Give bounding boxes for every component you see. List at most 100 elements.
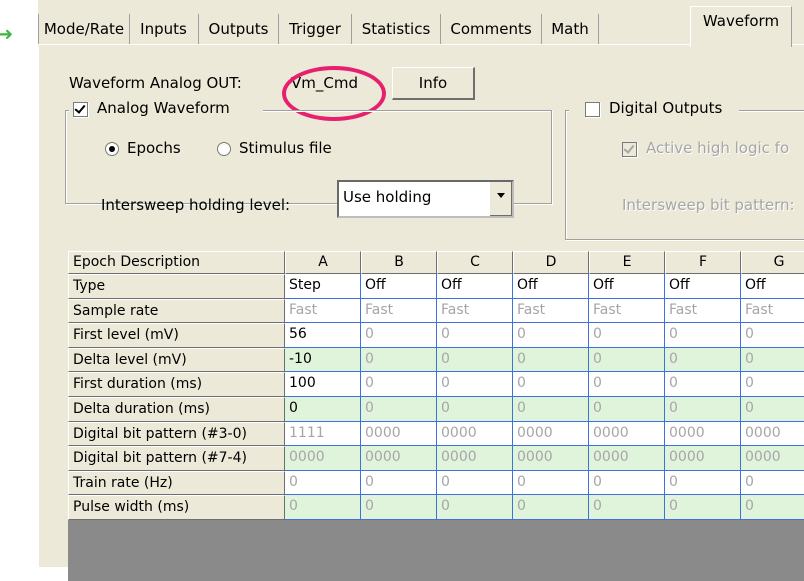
tab-comments[interactable]: Comments <box>441 14 542 44</box>
epochs-radio[interactable] <box>105 142 119 156</box>
row-header: Digital bit pattern (#3-0) <box>68 421 285 447</box>
table-cell[interactable]: 0000 <box>437 421 513 447</box>
table-cell[interactable]: 0 <box>741 347 804 373</box>
table-cell[interactable]: 0 <box>665 323 741 348</box>
epochs-label: Epochs <box>127 139 181 157</box>
row-header: Digital bit pattern (#7-4) <box>68 446 285 471</box>
tab-waveform[interactable]: Waveform <box>690 6 792 47</box>
table-cell[interactable]: 0 <box>361 372 437 397</box>
table-cell[interactable]: 0000 <box>665 421 741 447</box>
table-cell[interactable]: 0 <box>361 347 437 373</box>
tab-mode-rate[interactable]: Mode/Rate <box>38 14 130 44</box>
column-header-c[interactable]: C <box>437 251 513 274</box>
table-cell[interactable]: Off <box>437 274 513 299</box>
table-cell[interactable]: Fast <box>513 298 589 324</box>
stimulus-file-radio[interactable] <box>217 142 231 156</box>
table-cell[interactable]: Fast <box>361 298 437 324</box>
column-header-d[interactable]: D <box>513 251 589 274</box>
waveform-tab-content: Waveform Analog OUT: Vm_Cmd Info Analog … <box>38 46 804 581</box>
analog-waveform-checkbox[interactable] <box>73 102 88 117</box>
table-cell[interactable]: 0 <box>513 372 589 397</box>
table-cell[interactable]: 0 <box>513 323 589 348</box>
table-cell[interactable]: 0 <box>513 470 589 496</box>
column-header-b[interactable]: B <box>361 251 437 274</box>
table-cell[interactable]: 0 <box>513 495 589 520</box>
table-cell[interactable]: 0 <box>741 323 804 348</box>
row-header: Delta level (mV) <box>68 347 285 373</box>
tab-trigger[interactable]: Trigger <box>279 14 352 44</box>
table-cell[interactable]: 0 <box>285 397 361 422</box>
table-cell[interactable]: 0000 <box>741 421 804 447</box>
table-cell[interactable]: 0 <box>361 495 437 520</box>
table-cell[interactable]: Off <box>741 274 804 299</box>
table-cell[interactable]: 0000 <box>285 446 361 471</box>
table-cell[interactable]: Step <box>285 274 361 299</box>
table-cell[interactable]: 0 <box>665 372 741 397</box>
table-cell[interactable]: 0 <box>589 495 665 520</box>
column-header-e[interactable]: E <box>589 251 665 274</box>
table-cell[interactable]: Fast <box>741 298 804 324</box>
column-header-a[interactable]: A <box>285 251 361 274</box>
table-cell[interactable]: 0000 <box>741 446 804 471</box>
table-cell[interactable]: Off <box>665 274 741 299</box>
table-cell[interactable]: Off <box>361 274 437 299</box>
tab-outputs[interactable]: Outputs <box>199 14 279 44</box>
row-header: First duration (ms) <box>68 372 285 397</box>
table-cell[interactable]: Fast <box>665 298 741 324</box>
table-cell[interactable]: 0 <box>589 470 665 496</box>
table-cell[interactable]: 0000 <box>513 446 589 471</box>
table-cell[interactable]: 0000 <box>665 446 741 471</box>
table-cell[interactable]: 0 <box>589 372 665 397</box>
tab-math[interactable]: Math <box>542 14 599 44</box>
table-cell[interactable]: 0 <box>741 372 804 397</box>
table-cell[interactable]: 0 <box>665 495 741 520</box>
info-button[interactable]: Info <box>392 67 475 100</box>
table-cell[interactable]: 0 <box>513 397 589 422</box>
table-cell[interactable]: 0 <box>361 323 437 348</box>
table-cell[interactable]: Fast <box>285 298 361 324</box>
table-cell[interactable]: Fast <box>589 298 665 324</box>
table-cell[interactable]: 0 <box>589 347 665 373</box>
table-cell[interactable]: 0000 <box>361 446 437 471</box>
table-cell[interactable]: 0 <box>513 347 589 373</box>
table-cell[interactable]: 0 <box>285 470 361 496</box>
table-cell[interactable]: Off <box>513 274 589 299</box>
holding-level-select[interactable]: Use holding <box>337 180 514 218</box>
table-cell[interactable]: 0 <box>589 397 665 422</box>
table-cell[interactable]: 0000 <box>589 446 665 471</box>
digital-outputs-checkbox[interactable] <box>585 102 600 117</box>
table-cell[interactable]: 0 <box>285 495 361 520</box>
table-cell[interactable]: 0 <box>437 397 513 422</box>
table-cell[interactable]: 0000 <box>361 421 437 447</box>
table-cell[interactable]: 1111 <box>285 421 361 447</box>
table-cell[interactable]: 0 <box>741 495 804 520</box>
table-cell[interactable]: 0 <box>665 397 741 422</box>
table-cell[interactable]: 0 <box>589 323 665 348</box>
table-cell[interactable]: 0 <box>665 347 741 373</box>
column-header-f[interactable]: F <box>665 251 741 274</box>
table-cell[interactable]: 0 <box>361 397 437 422</box>
table-cell[interactable]: 0 <box>437 323 513 348</box>
table-cell[interactable]: Off <box>589 274 665 299</box>
table-cell[interactable]: 0 <box>741 470 804 496</box>
table-cell[interactable]: 0 <box>437 372 513 397</box>
table-cell[interactable]: 0000 <box>589 421 665 447</box>
column-header-g[interactable]: G <box>741 251 804 274</box>
table-cell[interactable]: 0 <box>361 470 437 496</box>
chevron-down-icon[interactable] <box>489 182 512 216</box>
table-cell[interactable]: 0000 <box>513 421 589 447</box>
table-cell[interactable]: 0 <box>437 347 513 373</box>
table-cell[interactable]: 0000 <box>437 446 513 471</box>
table-cell[interactable]: 56 <box>285 323 361 348</box>
table-cell[interactable]: 0 <box>437 495 513 520</box>
tab-statistics[interactable]: Statistics <box>352 14 441 44</box>
table-cell[interactable]: 0 <box>741 397 804 422</box>
table-cell[interactable]: Fast <box>437 298 513 324</box>
table-cell[interactable]: 100 <box>285 372 361 397</box>
table-cell[interactable]: -10 <box>285 347 361 373</box>
analog-out-label: Waveform Analog OUT: <box>69 74 242 92</box>
tab-inputs[interactable]: Inputs <box>129 14 199 44</box>
table-cell[interactable]: 0 <box>665 470 741 496</box>
table-cell[interactable]: 0 <box>437 470 513 496</box>
active-high-checkbox[interactable] <box>622 142 637 157</box>
